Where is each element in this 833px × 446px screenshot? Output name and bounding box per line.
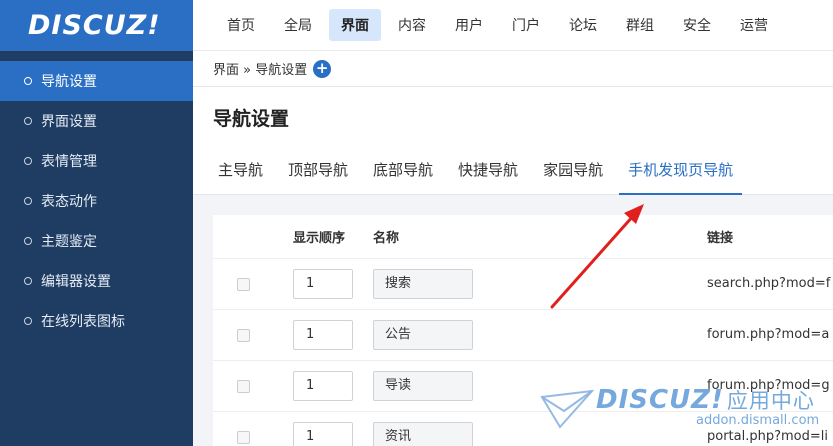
page-header: 导航设置 主导航 顶部导航 底部导航 快捷导航 家园导航 手机发现页导航 <box>193 87 833 195</box>
logo[interactable]: DISCUZ! <box>0 0 193 51</box>
circle-bullet-icon <box>24 157 32 165</box>
tab-quick-nav[interactable]: 快捷导航 <box>449 149 527 195</box>
nav-item-security[interactable]: 安全 <box>671 9 723 41</box>
row-checkbox[interactable] <box>237 329 250 342</box>
column-header-order: 显示顺序 <box>293 231 346 246</box>
breadcrumb: 界面 » 导航设置 + <box>193 51 833 87</box>
nav-item-portal[interactable]: 门户 <box>500 9 552 41</box>
nav-item-interface[interactable]: 界面 <box>329 9 381 41</box>
circle-bullet-icon <box>24 277 32 285</box>
nav-item-users[interactable]: 用户 <box>443 9 495 41</box>
order-input[interactable]: 1 <box>293 371 353 401</box>
tab-bar: 主导航 顶部导航 底部导航 快捷导航 家园导航 手机发现页导航 <box>209 149 749 195</box>
table-row: 1 搜索 search.php?mod=f <box>213 259 833 310</box>
order-input[interactable]: 1 <box>293 422 353 446</box>
top-nav: 首页 全局 界面 内容 用户 门户 论坛 群组 安全 运营 <box>193 0 833 51</box>
tab-footer-nav[interactable]: 底部导航 <box>364 149 442 195</box>
sidebar-item-ui-settings[interactable]: 界面设置 <box>0 101 193 141</box>
nav-item-forum[interactable]: 论坛 <box>557 9 609 41</box>
link-text: forum.php?mod=g <box>707 378 830 393</box>
order-input[interactable]: 1 <box>293 320 353 350</box>
nav-table: 显示顺序 名称 链接 1 搜索 search.php?mod=f 1 公告 fo… <box>213 215 833 446</box>
circle-bullet-icon <box>24 77 32 85</box>
nav-item-operations[interactable]: 运营 <box>728 9 780 41</box>
table-row: 1 导读 forum.php?mod=g <box>213 361 833 412</box>
nav-item-home[interactable]: 首页 <box>215 9 267 41</box>
row-checkbox[interactable] <box>237 278 250 291</box>
nav-item-global[interactable]: 全局 <box>272 9 324 41</box>
table-header: 显示顺序 名称 链接 <box>213 215 833 259</box>
breadcrumb-text: 界面 » 导航设置 <box>213 63 308 78</box>
sidebar-item-label: 界面设置 <box>41 114 97 130</box>
link-text: portal.php?mod=li <box>707 429 828 444</box>
table-row: 1 资讯 portal.php?mod=li <box>213 412 833 446</box>
sidebar-item-label: 编辑器设置 <box>41 274 111 290</box>
link-text: forum.php?mod=a <box>707 327 830 342</box>
sidebar-item-label: 在线列表图标 <box>41 314 125 330</box>
logo-text: DISCUZ! <box>28 10 161 41</box>
order-input[interactable]: 1 <box>293 269 353 299</box>
sidebar-item-label: 表情管理 <box>41 154 97 170</box>
nav-item-content[interactable]: 内容 <box>386 9 438 41</box>
circle-bullet-icon <box>24 317 32 325</box>
nav-item-groups[interactable]: 群组 <box>614 9 666 41</box>
name-input[interactable]: 搜索 <box>373 269 473 299</box>
sidebar-item-label: 表态动作 <box>41 194 97 210</box>
row-checkbox[interactable] <box>237 380 250 393</box>
tab-main-nav[interactable]: 主导航 <box>209 149 272 195</box>
sidebar-item-label: 导航设置 <box>41 74 97 90</box>
circle-bullet-icon <box>24 237 32 245</box>
page-title: 导航设置 <box>213 108 290 130</box>
red-arrow-icon <box>550 204 644 309</box>
circle-bullet-icon <box>24 117 32 125</box>
add-icon[interactable]: + <box>313 59 332 78</box>
tab-top-nav[interactable]: 顶部导航 <box>279 149 357 195</box>
circle-bullet-icon <box>24 197 32 205</box>
sidebar-list: 导航设置 界面设置 表情管理 表态动作 主题鉴定 编辑器设置 在线列表图标 <box>0 61 193 341</box>
row-checkbox[interactable] <box>237 431 250 444</box>
sidebar-item-emoticons[interactable]: 表情管理 <box>0 141 193 181</box>
name-input[interactable]: 资讯 <box>373 422 473 446</box>
sidebar-item-thread-stamps[interactable]: 主题鉴定 <box>0 221 193 261</box>
link-text: search.php?mod=f <box>707 276 831 291</box>
column-header-name: 名称 <box>373 231 400 246</box>
sidebar-item-label: 主题鉴定 <box>41 234 97 250</box>
name-input[interactable]: 导读 <box>373 371 473 401</box>
sidebar-item-editor-settings[interactable]: 编辑器设置 <box>0 261 193 301</box>
tab-home-nav[interactable]: 家园导航 <box>534 149 612 195</box>
tab-mobile-discover-nav[interactable]: 手机发现页导航 <box>619 149 743 195</box>
sidebar-item-online-icons[interactable]: 在线列表图标 <box>0 301 193 341</box>
column-header-link: 链接 <box>707 231 734 246</box>
name-input[interactable]: 公告 <box>373 320 473 350</box>
table-row: 1 公告 forum.php?mod=a <box>213 310 833 361</box>
sidebar-item-reactions[interactable]: 表态动作 <box>0 181 193 221</box>
sidebar: DISCUZ! 导航设置 界面设置 表情管理 表态动作 主题鉴定 编辑器设置 在… <box>0 0 193 446</box>
sidebar-item-nav-settings[interactable]: 导航设置 <box>0 61 193 101</box>
